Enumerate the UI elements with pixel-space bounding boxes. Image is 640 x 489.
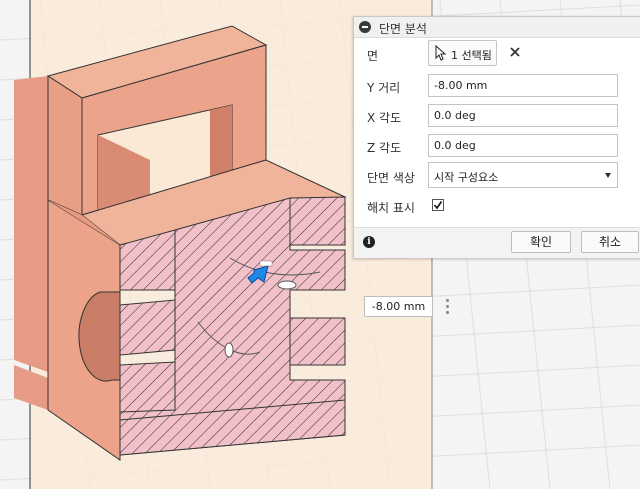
cursor-icon: [435, 45, 447, 61]
z-angle-row: Z 각도 0.0 deg: [354, 131, 640, 161]
distance-input-tag[interactable]: -8.00 mm: [364, 296, 433, 317]
z-angle-label: Z 각도: [367, 141, 402, 155]
face-row: 면 1 선택됨: [354, 39, 640, 69]
collapse-icon[interactable]: [359, 21, 371, 33]
hatch-row: 해치 표시: [354, 191, 640, 221]
section-color-value: 시작 구성요소: [434, 171, 499, 184]
x-angle-value: 0.0 deg: [434, 109, 476, 122]
hatch-label: 해치 표시: [367, 201, 415, 215]
y-distance-value: -8.00 mm: [434, 79, 488, 92]
x-angle-label: X 각도: [367, 111, 402, 125]
x-angle-row: X 각도 0.0 deg: [354, 101, 640, 131]
cancel-button[interactable]: 취소: [581, 231, 639, 253]
cross-section[interactable]: [119, 196, 346, 456]
hatch-checkbox[interactable]: [432, 199, 444, 211]
section-color-label: 단면 색상: [367, 171, 415, 185]
y-distance-input[interactable]: -8.00 mm: [428, 74, 618, 97]
z-angle-value: 0.0 deg: [434, 139, 476, 152]
panel-title: 단면 분석: [379, 22, 427, 36]
part-left-face[interactable]: [14, 76, 48, 372]
close-icon[interactable]: [506, 43, 524, 61]
section-analysis-panel: 단면 분석 면 1 선택됨 Y 거리 -8.00 mm X 각도 0.0 deg…: [353, 16, 640, 258]
ok-button[interactable]: 확인: [511, 231, 571, 253]
section-color-row: 단면 색상 시작 구성요소: [354, 161, 640, 191]
checkmark-icon: [433, 201, 443, 210]
info-icon[interactable]: i: [363, 236, 375, 248]
panel-header: 단면 분석: [354, 17, 640, 38]
face-select-button[interactable]: 1 선택됨: [428, 40, 497, 66]
z-angle-input[interactable]: 0.0 deg: [428, 134, 618, 157]
x-angle-input[interactable]: 0.0 deg: [428, 104, 618, 127]
panel-footer: i 확인 취소: [354, 227, 640, 258]
section-color-dropdown[interactable]: 시작 구성요소: [428, 162, 618, 188]
face-selection-count: 1 선택됨: [451, 49, 492, 62]
chevron-down-icon: [605, 173, 611, 178]
y-distance-row: Y 거리 -8.00 mm: [354, 71, 640, 101]
face-label: 면: [367, 49, 379, 63]
more-options-icon[interactable]: [441, 296, 453, 317]
y-distance-label: Y 거리: [367, 81, 401, 95]
